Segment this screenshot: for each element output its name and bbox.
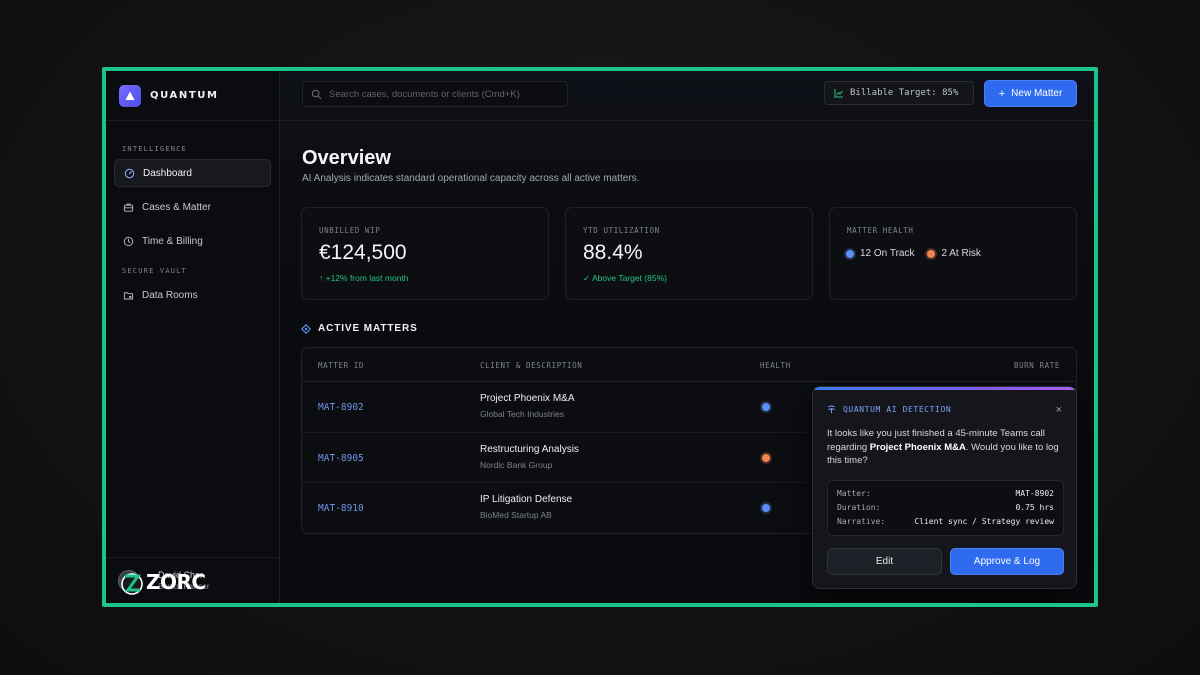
sidebar: QUANTUM INTELLIGENCE Dashboard Cases & M… [106,71,280,603]
popup-header: QUANTUM AI DETECTION [827,405,951,414]
client-name: Restructuring Analysis [480,443,579,455]
billable-target-badge: Billable Target: 85% [824,81,974,105]
card-matter-health: MATTER HEALTH 12 On Track 2 At Risk [829,207,1077,300]
clock-icon [123,236,134,246]
client-description: BioMed Startup AB [480,510,552,520]
card-value: €124,500 [319,241,407,264]
gauge-icon [124,168,135,178]
popup-message: It looks like you just finished a 45-min… [827,427,1067,468]
billable-target-text: Billable Target: 85% [850,88,959,98]
sidebar-item-dashboard[interactable]: Dashboard [114,159,271,187]
detail-key: Narrative: [837,517,886,526]
table-header: MATTER ID CLIENT & DESCRIPTION HEALTH BU… [302,348,1076,382]
brand: QUANTUM [106,71,279,121]
message-matter: Project Phoenix M&A [869,441,966,453]
client-name: IP Litigation Defense [480,494,573,505]
highlight-frame: QUANTUM INTELLIGENCE Dashboard Cases & M… [102,67,1098,607]
detail-key: Duration: [837,503,881,512]
sidebar-item-data-rooms[interactable]: Data Rooms [114,281,271,309]
popup-accent-bar [813,387,1076,390]
page-title: Overview [302,147,391,169]
detail-row: Matter: MAT-8902 [837,489,1054,498]
column-header: HEALTH [760,361,791,370]
detail-row: Duration: 0.75 hrs [837,503,1054,512]
client-description: Global Tech Industries [480,409,564,419]
matter-id-link[interactable]: MAT-8902 [318,402,364,413]
topbar: Billable Target: 85% + New Matter [280,71,1094,121]
chart-line-icon [834,89,843,98]
watermark-mark-icon [121,573,143,595]
nav-section-intelligence: INTELLIGENCE [122,145,187,153]
client-description: Nordic Bank Group [480,459,553,470]
card-trend: ✓ Above Target (85%) [583,273,667,283]
watermark-logo: ZORC [120,568,206,596]
watermark-text: ZORC [146,570,206,594]
card-label: MATTER HEALTH [847,226,914,235]
column-header: MATTER ID [318,361,365,370]
health-indicator-icon [762,453,770,462]
card-ytd-utilization: YTD UTILIZATION 88.4% ✓ Above Target (85… [565,207,813,300]
new-matter-label: New Matter [1011,88,1063,99]
search-input[interactable] [329,88,559,100]
sidebar-item-label: Cases & Matter [142,201,211,213]
section-title: ACTIVE MATTERS [318,323,418,334]
health-indicator-icon [762,403,770,411]
sidebar-item-time-billing[interactable]: Time & Billing [114,227,271,255]
time-entry-details: Matter: MAT-8902 Duration: 0.75 hrs Narr… [827,480,1064,536]
column-header: CLIENT & DESCRIPTION [480,361,583,370]
detail-key: Matter: [837,489,871,498]
briefcase-icon [123,203,134,212]
new-matter-button[interactable]: + New Matter [984,80,1077,107]
active-matters-heading: ACTIVE MATTERS [301,323,418,334]
detail-value: 0.75 hrs [1015,503,1054,512]
matter-id-link[interactable]: MAT-8910 [318,503,364,514]
ai-sparkle-icon [828,405,835,414]
card-unbilled-wip: UNBILLED WIP €124,500 ↑ +12% from last m… [301,207,549,300]
client-name: Project Phoenix M&A [480,393,575,404]
detail-value: MAT-8902 [1015,489,1054,498]
at-risk-count: 2 At Risk [941,248,981,259]
search-icon [311,89,322,99]
health-indicator-icon [762,504,770,512]
card-value: 88.4% [583,241,643,264]
page-subtitle: AI Analysis indicates standard operation… [302,173,640,184]
matter-id-link[interactable]: MAT-8905 [318,453,364,464]
sidebar-item-label: Dashboard [143,167,192,179]
column-header: BURN RATE [1013,361,1060,370]
card-trend: ↑ +12% from last month [319,273,409,283]
popup-title: QUANTUM AI DETECTION [843,405,952,414]
nav-section-secure-vault: SECURE VAULT [122,267,187,275]
detail-row: Narrative: Client sync / Strategy review [837,517,1054,526]
on-track-dot-icon [846,249,854,258]
close-icon[interactable]: × [1056,404,1062,416]
plus-icon: + [998,87,1006,100]
sidebar-item-label: Time & Billing [142,235,203,247]
card-label: YTD UTILIZATION [583,226,660,235]
sidebar-item-cases[interactable]: Cases & Matter [114,193,271,221]
ai-detection-popup: QUANTUM AI DETECTION × It looks like you… [812,386,1077,589]
approve-log-button[interactable]: Approve & Log [950,548,1064,575]
app-name: QUANTUM [150,90,219,101]
on-track-count: 12 On Track [860,248,915,259]
detail-value: Client sync / Strategy review [914,517,1054,526]
edit-button[interactable]: Edit [827,548,942,575]
at-risk-dot-icon [927,249,936,258]
main-content: Billable Target: 85% + New Matter Overvi… [280,71,1094,603]
folder-lock-icon [123,291,134,299]
health-summary: 12 On Track 2 At Risk [846,248,994,259]
sidebar-item-label: Data Rooms [142,289,198,301]
card-label: UNBILLED WIP [319,226,381,235]
quantum-logo-icon [119,84,141,107]
diamond-icon [301,323,311,334]
search-box[interactable] [302,81,568,107]
app-window: QUANTUM INTELLIGENCE Dashboard Cases & M… [106,71,1094,603]
